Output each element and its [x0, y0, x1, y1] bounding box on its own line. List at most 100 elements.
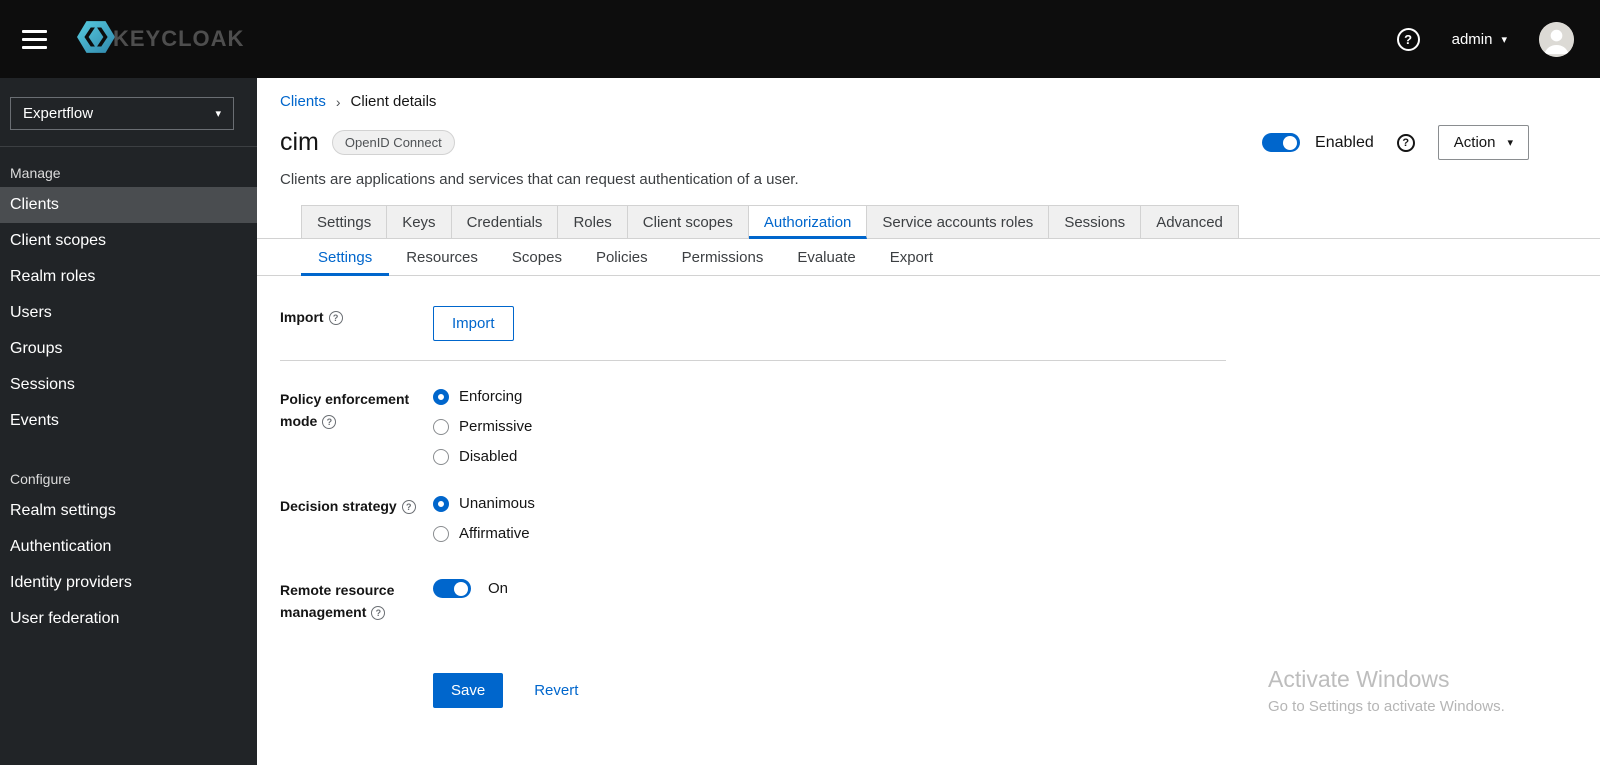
user-menu[interactable]: admin ▾ [1452, 31, 1507, 48]
title-left: cim OpenID Connect [280, 128, 455, 157]
sidebar-item-clients[interactable]: Clients [0, 187, 257, 223]
breadcrumb-separator-icon: › [335, 93, 341, 110]
remote-resource-control: On [433, 579, 1576, 598]
decision-strategy-options: Unanimous Affirmative [433, 495, 1576, 542]
subtab-evaluate[interactable]: Evaluate [780, 239, 872, 276]
authorization-subtabs: Settings Resources Scopes Policies Permi… [257, 239, 1600, 276]
breadcrumb-clients-link[interactable]: Clients [280, 93, 326, 110]
topbar-right: ? admin ▾ [1396, 21, 1574, 57]
tab-sessions[interactable]: Sessions [1049, 205, 1142, 239]
realm-selector[interactable]: Expertflow ▾ [10, 97, 234, 130]
help-glyph: ? [1402, 136, 1410, 149]
remote-resource-row: Remote resource management? On [280, 579, 1576, 624]
main-content: Clients › Client details cim OpenID Conn… [257, 78, 1600, 765]
field-label: Policy enforcement mode [280, 391, 410, 430]
subtab-resources[interactable]: Resources [389, 239, 495, 276]
import-button[interactable]: Import [433, 306, 514, 341]
decision-strategy-label-cell: Decision strategy? [280, 495, 433, 517]
subtab-export[interactable]: Export [873, 239, 950, 276]
tab-authorization[interactable]: Authorization [748, 205, 868, 239]
radio-permissive[interactable]: Permissive [433, 418, 1576, 435]
nav-list-manage: Clients Client scopes Realm roles Users … [0, 187, 257, 439]
remote-resource-toggle[interactable] [433, 579, 471, 598]
nav-section-manage: Manage [10, 165, 61, 181]
import-help-icon[interactable]: ? [328, 311, 343, 325]
hamburger-menu-button[interactable] [14, 22, 55, 57]
form-actions: Save Revert [433, 672, 1576, 708]
policy-enforcement-help-icon[interactable]: ? [322, 415, 337, 430]
sidebar-item-users[interactable]: Users [0, 295, 257, 331]
brand-text: KEYCLOAK [113, 26, 245, 51]
chevron-down-icon: ▾ [1501, 33, 1507, 46]
radio-affirmative[interactable]: Affirmative [433, 525, 1576, 542]
nav-section-configure: Configure [10, 471, 71, 487]
radio-unselected-icon [433, 525, 449, 542]
tab-advanced[interactable]: Advanced [1141, 205, 1239, 239]
sidebar-nav: Manage Clients Client scopes Realm roles… [0, 147, 257, 637]
subtab-permissions[interactable]: Permissions [665, 239, 781, 276]
enabled-label: Enabled [1315, 133, 1374, 151]
global-help-icon[interactable]: ? [1396, 27, 1420, 51]
help-glyph: ? [332, 313, 339, 323]
remote-resource-help-icon[interactable]: ? [371, 606, 386, 621]
sidebar-item-groups[interactable]: Groups [0, 331, 257, 367]
radio-label: Disabled [459, 448, 518, 465]
tab-keys[interactable]: Keys [387, 205, 452, 239]
section-divider [280, 360, 1226, 361]
radio-enforcing[interactable]: Enforcing [433, 388, 1576, 405]
sidebar-item-events[interactable]: Events [0, 403, 257, 439]
page-title: cim [280, 128, 319, 156]
page-body: Expertflow ▾ Manage Clients Client scope… [0, 78, 1600, 765]
radio-unselected-icon [433, 418, 449, 435]
keycloak-admin-console: KEYCLOAK ? admin ▾ Expertflow ▾ Manage C… [0, 0, 1600, 765]
tab-roles[interactable]: Roles [558, 205, 628, 239]
save-button[interactable]: Save [433, 672, 504, 708]
client-description: Clients are applications and services th… [280, 171, 799, 188]
radio-disabled[interactable]: Disabled [433, 448, 1576, 465]
sidebar-item-client-scopes[interactable]: Client scopes [0, 223, 257, 259]
chevron-down-icon: ▾ [1507, 137, 1513, 149]
sidebar: Expertflow ▾ Manage Clients Client scope… [0, 78, 257, 765]
tab-service-accounts-roles[interactable]: Service accounts roles [867, 205, 1050, 239]
sidebar-item-user-federation[interactable]: User federation [0, 601, 257, 637]
sidebar-item-sessions[interactable]: Sessions [0, 367, 257, 403]
sidebar-item-authentication[interactable]: Authentication [0, 529, 257, 565]
field-label: Import [280, 309, 324, 325]
topbar: KEYCLOAK ? admin ▾ [0, 0, 1600, 78]
field-label: Decision strategy [280, 498, 397, 514]
help-glyph: ? [375, 608, 382, 619]
enabled-help-icon[interactable]: ? [1396, 133, 1415, 152]
user-name: admin [1451, 30, 1493, 48]
title-right: Enabled ? Action ▾ [1262, 125, 1529, 160]
decision-strategy-help-icon[interactable]: ? [401, 500, 416, 514]
radio-unanimous[interactable]: Unanimous [433, 495, 1576, 512]
subtab-settings[interactable]: Settings [301, 239, 390, 276]
decision-strategy-row: Decision strategy? Unanimous Affirmative [280, 495, 1576, 542]
tab-client-scopes[interactable]: Client scopes [627, 205, 749, 239]
radio-selected-icon [433, 495, 449, 512]
subtab-policies[interactable]: Policies [579, 239, 665, 276]
authorization-settings-form: Import? Import Policy enforcement mode? [257, 276, 1600, 708]
enabled-toggle[interactable] [1262, 133, 1301, 152]
content-header: Clients › Client details cim OpenID Conn… [257, 78, 1600, 188]
tab-settings[interactable]: Settings [301, 205, 388, 239]
sidebar-item-identity-providers[interactable]: Identity providers [0, 565, 257, 601]
tab-credentials[interactable]: Credentials [451, 205, 559, 239]
radio-selected-icon [433, 388, 449, 405]
avatar[interactable] [1539, 21, 1574, 57]
chevron-down-icon: ▾ [215, 108, 221, 120]
revert-button[interactable]: Revert [534, 682, 578, 699]
breadcrumb: Clients › Client details [280, 93, 1576, 110]
radio-label: Enforcing [459, 388, 523, 405]
policy-enforcement-row: Policy enforcement mode? Enforcing Permi… [280, 388, 1576, 465]
action-dropdown-button[interactable]: Action ▾ [1437, 125, 1529, 160]
help-glyph: ? [326, 417, 333, 428]
toggle-knob [1283, 135, 1298, 150]
radio-label: Unanimous [459, 495, 535, 512]
sidebar-item-realm-roles[interactable]: Realm roles [0, 259, 257, 295]
sidebar-item-realm-settings[interactable]: Realm settings [0, 493, 257, 529]
action-label: Action [1453, 134, 1496, 151]
import-control-cell: Import [433, 306, 1576, 341]
import-label-cell: Import? [280, 306, 433, 328]
subtab-scopes[interactable]: Scopes [495, 239, 579, 276]
